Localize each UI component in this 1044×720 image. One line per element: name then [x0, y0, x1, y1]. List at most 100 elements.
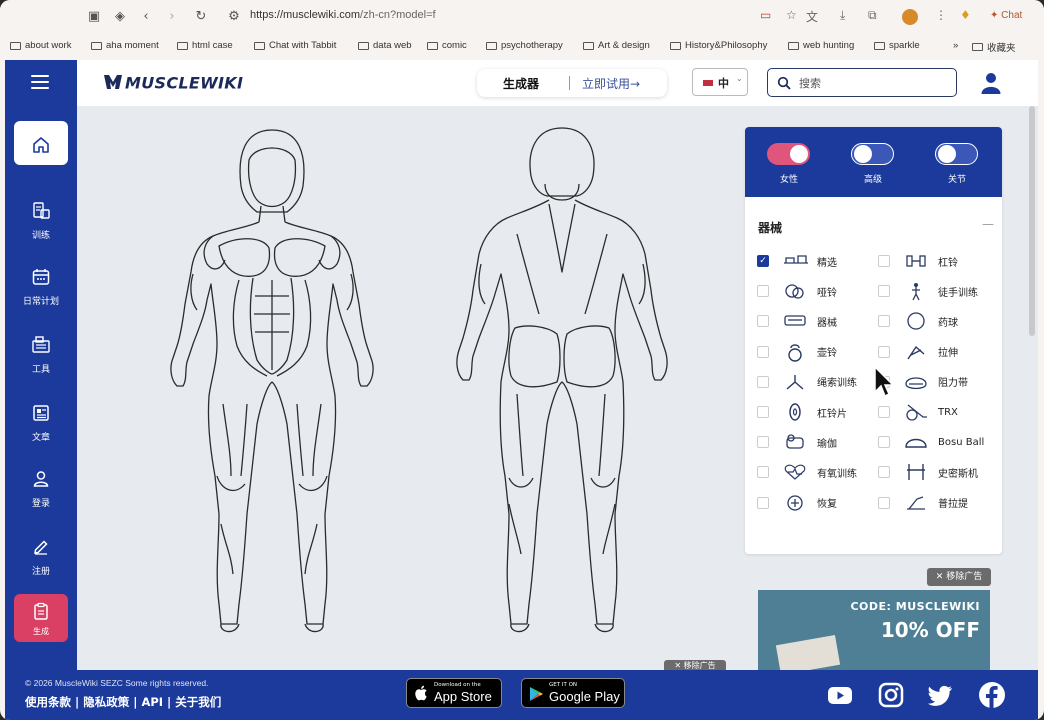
equipment-checkbox[interactable]	[878, 345, 890, 358]
equipment-checkbox[interactable]	[878, 406, 890, 418]
equipment-item[interactable]: Bosu Ball	[878, 432, 984, 452]
equipment-checkbox[interactable]: ✓	[757, 255, 769, 267]
api-link[interactable]: API	[141, 695, 163, 709]
sidebar-item-plan[interactable]: 日常计划	[5, 266, 77, 307]
bookmark-item[interactable]: sparkle	[874, 40, 920, 51]
equipment-item[interactable]: 药球	[878, 311, 958, 331]
equipment-item[interactable]: 哑铃	[757, 281, 837, 301]
bookmark-item[interactable]: comic	[427, 40, 467, 51]
terms-link[interactable]: 使用条款	[25, 695, 71, 709]
equipment-checkbox[interactable]	[878, 436, 890, 449]
profile-avatar-icon[interactable]	[902, 9, 918, 25]
site-logo[interactable]: MUSCLEWIKI	[103, 72, 243, 96]
page-scrollbar[interactable]	[1029, 106, 1035, 336]
equipment-checkbox[interactable]	[757, 315, 769, 328]
bookmark-item[interactable]: html case	[177, 40, 233, 51]
equipment-item[interactable]: 器械	[757, 311, 837, 331]
equipment-heading: 器械	[758, 221, 783, 235]
equipment-checkbox[interactable]	[757, 406, 769, 418]
bookmarks-overflow[interactable]: »	[953, 40, 958, 51]
equipment-checkbox[interactable]	[878, 255, 890, 267]
privacy-link[interactable]: 隐私政策	[83, 695, 129, 709]
download-icon[interactable]: ⤓	[840, 8, 845, 23]
back-icon[interactable]: ‹	[138, 9, 154, 25]
forward-icon[interactable]: ›	[164, 9, 180, 25]
equipment-item[interactable]: 普拉提	[878, 493, 968, 513]
toggle-advanced[interactable]	[851, 143, 894, 165]
equipment-item[interactable]: 有氧训练	[757, 462, 857, 482]
equipment-item[interactable]: 拉伸	[878, 342, 958, 362]
bookmark-item[interactable]: web hunting	[788, 40, 854, 51]
bookmark-item[interactable]: 收藏夹	[972, 40, 1016, 54]
menu-dots-icon[interactable]: ⋮	[935, 8, 947, 22]
address-bar[interactable]: https://musclewiki.com/zh-cn?model=f	[250, 9, 436, 21]
bulb-icon[interactable]: ♦	[960, 8, 971, 22]
collapse-icon[interactable]: —	[982, 217, 994, 231]
account-icon[interactable]	[980, 71, 1002, 99]
equipment-checkbox[interactable]	[878, 285, 890, 298]
bookmark-item[interactable]: about work	[10, 40, 71, 51]
equipment-checkbox[interactable]	[878, 466, 890, 479]
sidebar-item-articles[interactable]: 文章	[5, 402, 77, 443]
ad-banner[interactable]: CODE: MUSCLEWIKI 10% OFF	[758, 590, 990, 670]
equipment-checkbox[interactable]	[757, 375, 769, 388]
facebook-icon[interactable]	[978, 681, 1006, 709]
hamburger-menu-icon[interactable]	[31, 75, 49, 89]
equipment-checkbox[interactable]	[878, 496, 890, 509]
equipment-checkbox[interactable]	[757, 496, 769, 509]
sidebar-item-register[interactable]: 注册	[5, 536, 77, 577]
sidebar-item-tools[interactable]: 工具	[5, 334, 77, 375]
app-store-button[interactable]: Download on the App Store	[406, 678, 502, 708]
site-settings-icon[interactable]: ⚙	[226, 9, 242, 25]
language-select[interactable]: 中 ⌄	[692, 68, 748, 96]
sidebar-item-generate[interactable]: 生成	[14, 594, 68, 642]
toggle-joints[interactable]	[935, 143, 978, 165]
generator-pill[interactable]: 生成器 立即试用→	[477, 69, 667, 97]
search-input[interactable]: 搜索	[767, 68, 957, 97]
equipment-checkbox[interactable]	[757, 345, 769, 358]
layers-icon[interactable]: ◈	[112, 9, 128, 25]
bookmark-item[interactable]: psychotherapy	[486, 40, 563, 51]
equipment-item[interactable]: 史密斯机	[878, 462, 978, 482]
equipment-checkbox[interactable]	[757, 466, 769, 479]
sidebar-item-login[interactable]: 登录	[5, 468, 77, 509]
star-icon[interactable]: ☆	[786, 8, 797, 22]
toggle-female[interactable]	[767, 143, 810, 165]
translate-icon[interactable]: 文	[806, 8, 818, 25]
equipment-item[interactable]: 杠铃片	[757, 402, 847, 422]
equipment-checkbox[interactable]	[757, 436, 769, 449]
folder-icon	[788, 41, 799, 50]
chat-button[interactable]: ✦ Chat	[990, 10, 1022, 21]
google-play-button[interactable]: GET IT ON Google Play	[521, 678, 625, 708]
equipment-item[interactable]: ✓ 精选	[757, 251, 837, 271]
equipment-item[interactable]: 绳索训练	[757, 372, 857, 392]
bookmark-item[interactable]: History&Philosophy	[670, 40, 767, 51]
cast-icon[interactable]: ▭	[760, 8, 771, 22]
bookmark-item[interactable]: Art & design	[583, 40, 650, 51]
about-link[interactable]: 关于我们	[175, 695, 221, 709]
instagram-icon[interactable]	[877, 681, 905, 709]
equipment-item[interactable]: 瑜伽	[757, 432, 837, 452]
equipment-checkbox[interactable]	[757, 285, 769, 298]
front-head	[239, 129, 305, 213]
reload-icon[interactable]: ↻	[193, 9, 209, 25]
equipment-item[interactable]: 壶铃	[757, 342, 837, 362]
youtube-icon[interactable]	[826, 681, 854, 709]
try-now-link[interactable]: 立即试用→	[582, 75, 640, 92]
equipment-item[interactable]: 杠铃	[878, 251, 958, 271]
bookmark-item[interactable]: Chat with Tabbit	[254, 40, 336, 51]
equipment-label: 有氧训练	[817, 468, 857, 480]
twitter-icon[interactable]	[927, 681, 955, 709]
sidebar-item-training[interactable]: 训练	[5, 200, 77, 241]
extension-icon[interactable]: ⧉	[868, 8, 877, 23]
bookmark-item[interactable]: data web	[358, 40, 412, 51]
equipment-item[interactable]: 恢复	[757, 493, 837, 513]
sidebar-item-home[interactable]: 首页	[5, 134, 77, 179]
equipment-checkbox[interactable]	[878, 315, 890, 328]
sidebar-toggle-icon[interactable]: ▣	[86, 9, 102, 25]
bookmark-item[interactable]: aha moment	[91, 40, 159, 51]
barbell-icon	[902, 251, 930, 271]
equipment-item[interactable]: 徒手训练	[878, 281, 978, 301]
remove-ad-button[interactable]: ✕ 移除广告	[927, 568, 991, 586]
equipment-item[interactable]: TRX	[878, 402, 958, 422]
